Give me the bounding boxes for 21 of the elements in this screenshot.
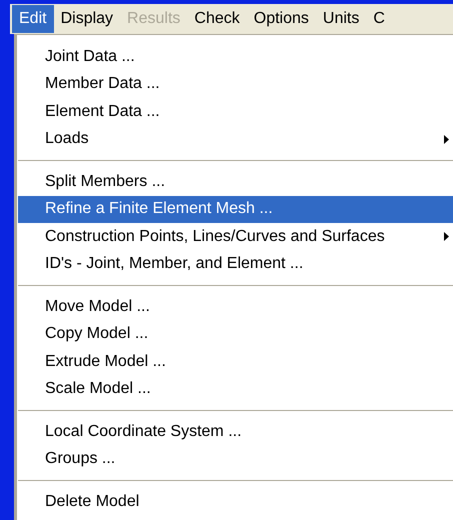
menu-item[interactable]: Extrude Model ... (18, 348, 453, 376)
menu-item[interactable]: Loads (18, 126, 453, 153)
menu-item[interactable]: Groups ... (18, 446, 453, 473)
menu-item[interactable]: Refine a Finite Element Mesh ... (18, 196, 453, 223)
menu-item[interactable]: Member Data ... (18, 70, 453, 98)
menu-item[interactable]: Construction Points, Lines/Curves and Surfaces (18, 223, 453, 250)
menu-item[interactable]: Copy Model ... (18, 320, 453, 348)
menu-bar-item[interactable]: Edit (12, 5, 54, 33)
menu-bar-item[interactable]: Check (187, 5, 247, 33)
menu-item[interactable]: Split Members ... (18, 168, 453, 196)
menu-item[interactable]: Element Data ... (18, 98, 453, 126)
menu-item[interactable]: Local Coordinate System ... (18, 418, 453, 446)
menu-bar-item[interactable]: C (366, 5, 392, 33)
menu-item[interactable]: ID's - Joint, Member, and Element ... (18, 250, 453, 278)
menu-bar-item[interactable]: Options (246, 5, 316, 33)
menu-item[interactable]: Scale Model ... (18, 376, 453, 403)
menu-item[interactable]: Joint Data ... (18, 43, 453, 70)
menu-item[interactable]: Move Model ... (18, 293, 453, 320)
menu-item[interactable]: Delete Model (18, 488, 453, 516)
menu-bar-item[interactable]: Display (54, 5, 120, 33)
menu-bar-item[interactable]: Units (316, 5, 366, 33)
